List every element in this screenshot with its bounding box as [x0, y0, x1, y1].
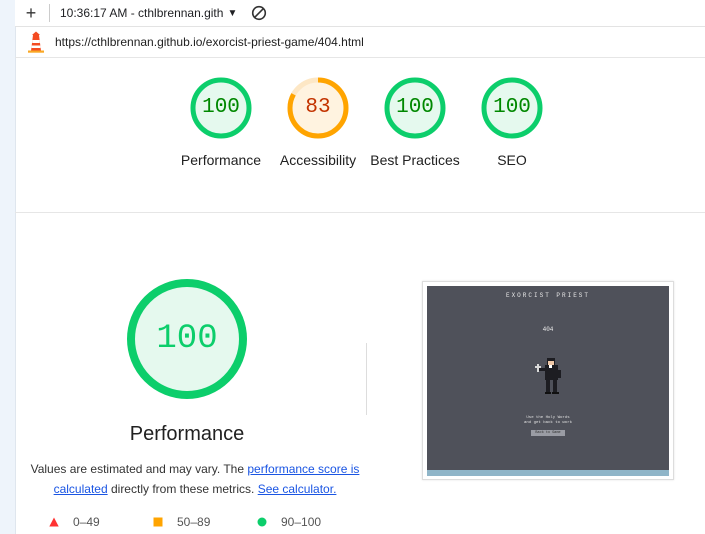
performance-description: Values are estimated and may vary. The p…: [25, 459, 365, 499]
report-selector-label: 10:36:17 AM - cthlbrennan.gith: [60, 6, 224, 20]
gauge-label: Performance: [180, 152, 262, 168]
performance-title: Performance: [129, 423, 245, 445]
gauge-performance[interactable]: 100 Performance: [171, 76, 271, 170]
legend-range: 50–89: [177, 515, 211, 529]
legend-range: 0–49: [73, 515, 100, 529]
performance-big-score: 100: [156, 320, 218, 358]
new-report-plus-icon[interactable]: +: [19, 1, 43, 25]
legend-range: 90–100: [281, 515, 322, 529]
desc-text: Values are estimated and may vary. The: [30, 462, 248, 476]
gauge-label: Accessibility: [279, 152, 357, 168]
gauge-accessibility[interactable]: 83 Accessibility: [268, 76, 368, 170]
caret-down-icon: ▼: [227, 7, 238, 19]
performance-section: 100 Performance Values are estimated and…: [15, 213, 705, 534]
score-gauges-row: 100 Performance 83 Accessibility 100 Bes…: [15, 58, 705, 213]
lighthouse-icon: [27, 31, 45, 53]
gauge-label: Best Practices: [370, 152, 460, 168]
desc-text: directly from these metrics.: [107, 482, 258, 496]
gauge-seo[interactable]: 100 SEO: [462, 76, 562, 170]
legend-average: 50–89: [153, 515, 257, 529]
gauge-score: 100: [493, 96, 531, 119]
toolbar-divider: [49, 4, 50, 22]
triangle-icon: [49, 517, 59, 527]
see-calculator-link[interactable]: See calculator.: [258, 482, 337, 496]
gauge-ring: 100: [480, 76, 544, 140]
audited-url: https://cthlbrennan.github.io/exorcist-p…: [55, 35, 364, 49]
clear-reports-icon[interactable]: [251, 5, 267, 21]
final-screenshot-thumbnail[interactable]: EXORCIST PRIEST 404 Use the Holy Words a…: [422, 281, 674, 480]
screenshot-floor: [427, 470, 669, 476]
legend-fail: 0–49: [49, 515, 153, 529]
url-bar: https://cthlbrennan.github.io/exorcist-p…: [15, 27, 705, 58]
screenshot-back-button: Back to Game: [531, 430, 565, 436]
gauge-score: 100: [202, 96, 240, 119]
screenshot-image: EXORCIST PRIEST 404 Use the Holy Words a…: [427, 286, 669, 476]
gauge-ring: 100: [383, 76, 447, 140]
devtools-toolbar: + 10:36:17 AM - cthlbrennan.gith ▼: [15, 0, 705, 27]
score-legend: 0–49 50–89 90–100: [49, 515, 361, 529]
report-selector[interactable]: 10:36:17 AM - cthlbrennan.gith ▼: [60, 6, 237, 20]
gauge-ring: 83: [286, 76, 350, 140]
gauge-score: 100: [396, 96, 434, 119]
gauge-best-practices[interactable]: 100 Best Practices: [365, 76, 465, 170]
left-panel-strip: [0, 0, 16, 534]
circle-icon: [257, 517, 267, 527]
legend-pass: 90–100: [257, 515, 361, 529]
screenshot-game-title: EXORCIST PRIEST: [505, 292, 590, 299]
vertical-divider: [366, 343, 367, 415]
square-icon: [153, 517, 163, 527]
gauge-ring: 100: [189, 76, 253, 140]
screenshot-404-text: 404: [542, 326, 554, 333]
priest-sprite-icon: [535, 358, 561, 394]
performance-big-gauge: 100: [125, 277, 249, 401]
gauge-label: SEO: [497, 152, 527, 168]
gauge-score: 83: [305, 96, 331, 119]
screenshot-message-line: and get back to work: [523, 421, 572, 425]
screenshot-message: Use the Holy Words and get back to work: [427, 416, 669, 426]
